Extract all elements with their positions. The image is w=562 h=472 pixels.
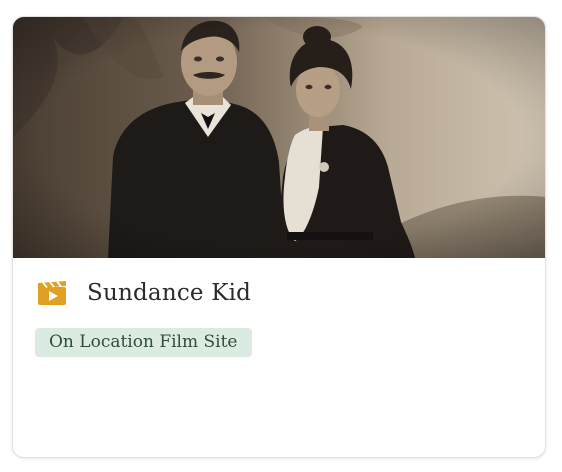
- film-clapper-icon: [38, 281, 66, 305]
- card-title[interactable]: Sundance Kid: [87, 277, 251, 309]
- location-card[interactable]: Sundance Kid On Location Film Site: [12, 16, 546, 458]
- card-photo[interactable]: [13, 17, 546, 258]
- category-tag: On Location Film Site: [35, 328, 252, 357]
- card-title-row: Sundance Kid: [37, 277, 251, 309]
